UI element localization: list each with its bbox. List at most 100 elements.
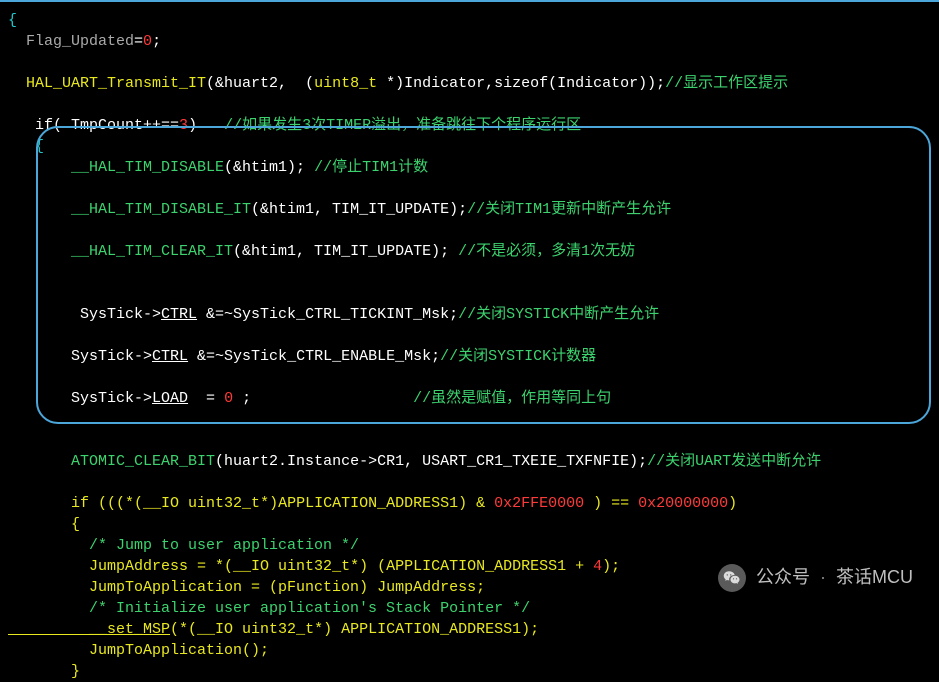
- paren: ): [728, 495, 737, 512]
- expr: *)APPLICATION_ADDRESS1) &: [260, 495, 494, 512]
- expr: =: [188, 390, 224, 407]
- comment-block: /* Initialize user application's Stack P…: [8, 600, 530, 617]
- condition: ( TmpCount++==: [53, 117, 179, 134]
- blank-line: [8, 52, 939, 73]
- brace-open: {: [8, 12, 17, 29]
- expr: &=~SysTick_CTRL_ENABLE_Msk;: [188, 348, 440, 365]
- expr: &=~SysTick_CTRL_TICKINT_Msk;: [197, 306, 458, 323]
- code-line: SysTick->CTRL &=~SysTick_CTRL_ENABLE_Msk…: [8, 346, 939, 367]
- code-line: }: [8, 661, 939, 682]
- args: (&htim1, TIM_IT_UPDATE);: [251, 201, 467, 218]
- type: uint8_t: [314, 75, 377, 92]
- hex: 0x20000000: [638, 495, 728, 512]
- code-editor-view[interactable]: { Flag_Updated=0; HAL_UART_Transmit_IT(&…: [8, 10, 939, 682]
- punct: ) JumpAddress;: [359, 579, 485, 596]
- code-line: __set_MSP(*(__IO uint32_t*) APPLICATION_…: [8, 619, 939, 640]
- code-line: HAL_UART_Transmit_IT(&huart2, (uint8_t *…: [8, 73, 939, 94]
- args: (&htim1);: [224, 159, 314, 176]
- comment: //如果发生3次TIMER溢出，准备跳往下个程序运行区: [224, 117, 581, 134]
- args: (*(: [170, 621, 197, 638]
- blank-line: [8, 94, 939, 115]
- args: (Indicator));: [548, 75, 665, 92]
- blank-line: [8, 367, 939, 388]
- blank-line: [8, 178, 939, 199]
- comment: //显示工作区提示: [665, 75, 788, 92]
- code-line: JumpToApplication();: [8, 640, 939, 661]
- code-line: SysTick->LOAD = 0 ; //虽然是赋值，作用等同上句: [8, 388, 939, 409]
- comment: //关闭UART发送中断允许: [647, 453, 821, 470]
- code-line: __HAL_TIM_CLEAR_IT(&htim1, TIM_IT_UPDATE…: [8, 241, 939, 262]
- operator: =: [134, 33, 143, 50]
- type: __IO uint32_t: [197, 621, 314, 638]
- function-call: JumpToApplication();: [8, 642, 269, 659]
- blank-line: [8, 409, 939, 430]
- member: LOAD: [152, 390, 188, 407]
- expr: SysTick->: [8, 348, 152, 365]
- macro-call: __HAL_TIM_DISABLE_IT: [8, 201, 251, 218]
- macro-call: __HAL_TIM_CLEAR_IT: [8, 243, 233, 260]
- args: (&htim1, TIM_IT_UPDATE);: [233, 243, 458, 260]
- member: CTRL: [152, 348, 188, 365]
- hex: 0x2FFE0000: [494, 495, 584, 512]
- paren: ): [188, 117, 224, 134]
- comment-block: /* Jump to user application */: [8, 537, 359, 554]
- punct: ;: [233, 390, 413, 407]
- comment: //不是必须，多清1次无妨: [458, 243, 635, 260]
- blank-line: [8, 220, 939, 241]
- code-line: JumpToApplication = (pFunction) JumpAddr…: [8, 577, 939, 598]
- comment: //停止TIM1计数: [314, 159, 428, 176]
- code-line: if (((*(__IO uint32_t*)APPLICATION_ADDRE…: [8, 493, 939, 514]
- args: *)Indicator,: [377, 75, 494, 92]
- blank-line: [8, 262, 939, 283]
- macro-call: ATOMIC_CLEAR_BIT: [8, 453, 215, 470]
- number: 4: [593, 558, 602, 575]
- code-line: if( TmpCount++==3) //如果发生3次TIMER溢出，准备跳往下…: [8, 115, 939, 136]
- blank-line: [8, 283, 939, 304]
- paren: (((*(: [98, 495, 143, 512]
- function-call: HAL_UART_Transmit_IT: [8, 75, 206, 92]
- number: 3: [179, 117, 188, 134]
- blank-line: [8, 430, 939, 451]
- comment: //关闭SYSTICK中断产生允许: [458, 306, 659, 323]
- number: 0: [224, 390, 233, 407]
- code-line: ATOMIC_CLEAR_BIT(huart2.Instance->CR1, U…: [8, 451, 939, 472]
- identifier: Flag_Updated: [8, 33, 134, 50]
- number: 0: [143, 33, 152, 50]
- member: CTRL: [161, 306, 197, 323]
- type: __IO uint32_t: [143, 495, 260, 512]
- code-line: __HAL_TIM_DISABLE_IT(&htim1, TIM_IT_UPDA…: [8, 199, 939, 220]
- op: ) ==: [584, 495, 638, 512]
- type: __IO uint32_t: [233, 558, 350, 575]
- keyword-if: if: [8, 117, 53, 134]
- expr: JumpToApplication = (: [8, 579, 278, 596]
- comment: //关闭SYSTICK计数器: [440, 348, 596, 365]
- brace-open: {: [8, 138, 44, 155]
- expr: SysTick->: [8, 390, 152, 407]
- keyword-if: if: [8, 495, 98, 512]
- comment: //关闭TIM1更新中断产生允许: [467, 201, 671, 218]
- args: *) APPLICATION_ADDRESS1);: [314, 621, 539, 638]
- code-line: /* Initialize user application's Stack P…: [8, 598, 939, 619]
- code-line: SysTick->CTRL &=~SysTick_CTRL_TICKINT_Ms…: [8, 304, 939, 325]
- code-line: __HAL_TIM_DISABLE(&htim1); //停止TIM1计数: [8, 157, 939, 178]
- code-line: JumpAddress = *(__IO uint32_t*) (APPLICA…: [8, 556, 939, 577]
- comment: //虽然是赋值，作用等同上句: [413, 390, 611, 407]
- code-line: {: [8, 514, 939, 535]
- blank-line: [8, 472, 939, 493]
- code-line: {: [8, 10, 939, 31]
- expr: *) (APPLICATION_ADDRESS1 +: [350, 558, 593, 575]
- code-line: Flag_Updated=0;: [8, 31, 939, 52]
- expr: JumpAddress = *(: [8, 558, 233, 575]
- type: pFunction: [278, 579, 359, 596]
- macro-call: __HAL_TIM_DISABLE: [8, 159, 224, 176]
- brace-open: {: [8, 516, 80, 533]
- code-line: /* Jump to user application */: [8, 535, 939, 556]
- blank-line: [8, 325, 939, 346]
- args: (&huart2, (: [206, 75, 314, 92]
- punct: );: [602, 558, 620, 575]
- function-call: __set_MSP: [8, 621, 170, 638]
- brace-close: }: [8, 663, 80, 680]
- punct: ;: [152, 33, 161, 50]
- expr: SysTick->: [8, 306, 161, 323]
- args: (huart2.Instance->CR1, USART_CR1_TXEIE_T…: [215, 453, 647, 470]
